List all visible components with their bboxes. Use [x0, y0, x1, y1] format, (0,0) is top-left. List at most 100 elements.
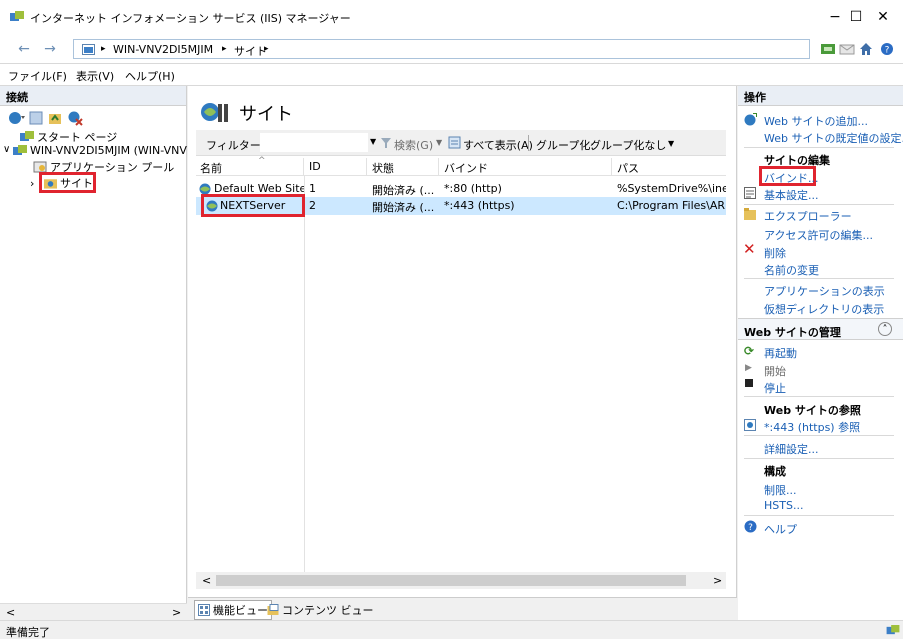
column-state[interactable]: 状態	[368, 158, 439, 176]
show-all-button[interactable]: すべて表示(A)	[463, 137, 533, 153]
tree-server-node[interactable]: WIN-VNV2DI5MJIM (WIN-VNV	[13, 144, 187, 157]
sites-folder-icon	[44, 178, 57, 189]
tab-content-view[interactable]: コンテンツ ビュー	[264, 601, 377, 619]
scroll-right-icon[interactable]: >	[172, 606, 181, 619]
separator	[744, 204, 894, 205]
site-state: 開始済み (...	[372, 184, 435, 197]
filter-dropdown-icon[interactable]: ▼	[370, 137, 376, 146]
connections-hscrollbar[interactable]: < >	[0, 603, 187, 620]
breadcrumb-separator: ▸	[264, 44, 269, 54]
svg-text:?: ?	[748, 523, 753, 533]
filter-label: フィルター:	[206, 139, 265, 152]
search-dropdown-icon[interactable]: ▼	[436, 138, 442, 147]
tree-sites[interactable]: サイト	[39, 172, 96, 193]
help-icon[interactable]: ?	[879, 42, 895, 56]
tab-features-view[interactable]: 機能ビュー	[194, 600, 272, 620]
action-restart[interactable]: 再起動	[764, 345, 797, 361]
explore-folder-icon	[744, 208, 756, 220]
list-hscrollbar[interactable]: < >	[196, 572, 726, 589]
svg-text:?: ?	[885, 46, 890, 56]
address-bar: ← → ▸ WIN-VNV2DI5MJIM ▸ サイト ▸ ?	[0, 34, 903, 64]
action-hsts[interactable]: HSTS...	[764, 499, 803, 512]
group-by-dropdown-icon[interactable]: ▼	[668, 139, 674, 148]
mail-icon[interactable]	[839, 42, 855, 56]
basic-settings-icon	[744, 187, 756, 199]
column-binding[interactable]: バインド	[440, 158, 612, 176]
features-view-icon	[198, 604, 210, 616]
action-add-site[interactable]: Web サイトの追加...	[764, 113, 868, 129]
add-site-icon	[744, 113, 757, 126]
group-by-select[interactable]: グループ化なし	[590, 137, 666, 153]
status-text: 準備完了	[6, 626, 50, 639]
action-stop[interactable]: 停止	[764, 380, 786, 396]
connections-header: 接続	[0, 86, 186, 106]
title-bar: インターネット インフォメーション サービス (IIS) マネージャー − ☐ …	[0, 0, 903, 34]
up-level-icon[interactable]	[48, 111, 62, 125]
collapse-section-icon[interactable]: ˄	[878, 322, 892, 336]
help-icon: ?	[744, 520, 757, 533]
site-id: 1	[309, 182, 316, 195]
breadcrumb-sites[interactable]: サイト	[234, 43, 267, 59]
scroll-thumb[interactable]	[216, 575, 686, 586]
save-icon[interactable]	[29, 111, 43, 125]
action-edit-permissions[interactable]: アクセス許可の編集...	[764, 227, 873, 243]
action-rename[interactable]: 名前の変更	[764, 262, 819, 278]
action-help[interactable]: ヘルプ	[764, 521, 797, 537]
column-id[interactable]: ID	[305, 158, 367, 176]
disconnect-icon[interactable]	[67, 110, 83, 126]
action-browse-https[interactable]: *:443 (https) 参照	[764, 419, 860, 435]
server-icon	[13, 144, 27, 155]
tree-start-page[interactable]: スタート ページ	[20, 129, 117, 145]
search-button[interactable]: 検索(G)	[394, 137, 433, 153]
connections-panel: 接続 スタート ページ ∨ WIN-VNV2DI5MJIM (WIN-VNV ア…	[0, 86, 187, 620]
forward-button[interactable]: →	[40, 41, 60, 57]
menu-view[interactable]: 表示(V)	[76, 68, 114, 84]
action-advanced-settings[interactable]: 詳細設定...	[764, 441, 819, 457]
browse-header: Web サイトの参照	[764, 404, 861, 417]
tab-content-label: コンテンツ ビュー	[282, 604, 374, 617]
action-site-defaults[interactable]: Web サイトの既定値の設定...	[764, 130, 903, 146]
scroll-right-icon[interactable]: >	[713, 574, 722, 587]
expand-toggle-icon[interactable]: ∨	[3, 144, 10, 155]
action-explore[interactable]: エクスプローラー	[764, 208, 852, 224]
site-path: C:\Program Files\AR	[617, 199, 726, 212]
sites-panel: サイト フィルター: ▼ 検索(G) ▼ すべて表示(A) グループ化: グルー…	[188, 86, 737, 620]
menu-file[interactable]: ファイル(F)	[8, 68, 67, 84]
separator	[744, 396, 894, 397]
action-view-apps[interactable]: アプリケーションの表示	[764, 283, 885, 299]
connect-icon[interactable]	[820, 42, 836, 56]
column-path[interactable]: パス	[613, 158, 726, 176]
action-limits[interactable]: 制限...	[764, 482, 797, 498]
start-icon: ▶	[745, 363, 752, 373]
action-view-vdirs[interactable]: 仮想ディレクトリの表示	[764, 301, 884, 317]
breadcrumb-server[interactable]: WIN-VNV2DI5MJIM	[113, 43, 213, 56]
action-basic-settings[interactable]: 基本設定...	[764, 187, 819, 203]
action-bindings[interactable]: バインド...	[764, 170, 819, 186]
scroll-left-icon[interactable]: <	[6, 606, 15, 619]
remove-icon: ✕	[743, 240, 756, 258]
separator	[744, 458, 894, 459]
show-all-icon	[448, 136, 461, 149]
breadcrumb[interactable]: ▸ WIN-VNV2DI5MJIM ▸ サイト ▸	[73, 39, 810, 59]
toolbar-divider	[528, 135, 529, 151]
scroll-left-icon[interactable]: <	[202, 574, 211, 587]
actions-header: 操作	[738, 86, 903, 106]
filter-input[interactable]	[260, 133, 368, 152]
collapse-toggle-icon[interactable]: ›	[30, 177, 34, 190]
close-button[interactable]: ✕	[863, 0, 903, 34]
connect-globe-icon[interactable]	[8, 111, 26, 125]
view-tabs: 機能ビュー コンテンツ ビュー	[188, 597, 737, 620]
sort-arrow-icon: ^	[258, 156, 266, 166]
home-icon[interactable]	[858, 42, 874, 56]
tree-server-label: WIN-VNV2DI5MJIM (WIN-VNV	[30, 144, 187, 157]
manage-section-header[interactable]: Web サイトの管理 ˄	[738, 318, 903, 340]
tree-start-page-label: スタート ページ	[37, 131, 118, 144]
list-header: 名前 ^ ID 状態 バインド パス	[196, 156, 726, 176]
column-name[interactable]: 名前	[196, 158, 304, 176]
status-iis-icon	[886, 625, 900, 635]
site-id: 2	[309, 199, 316, 212]
content-view-icon	[267, 604, 279, 615]
back-button[interactable]: ←	[14, 41, 34, 57]
menu-help[interactable]: ヘルプ(H)	[125, 68, 175, 84]
action-remove[interactable]: 削除	[764, 245, 786, 261]
